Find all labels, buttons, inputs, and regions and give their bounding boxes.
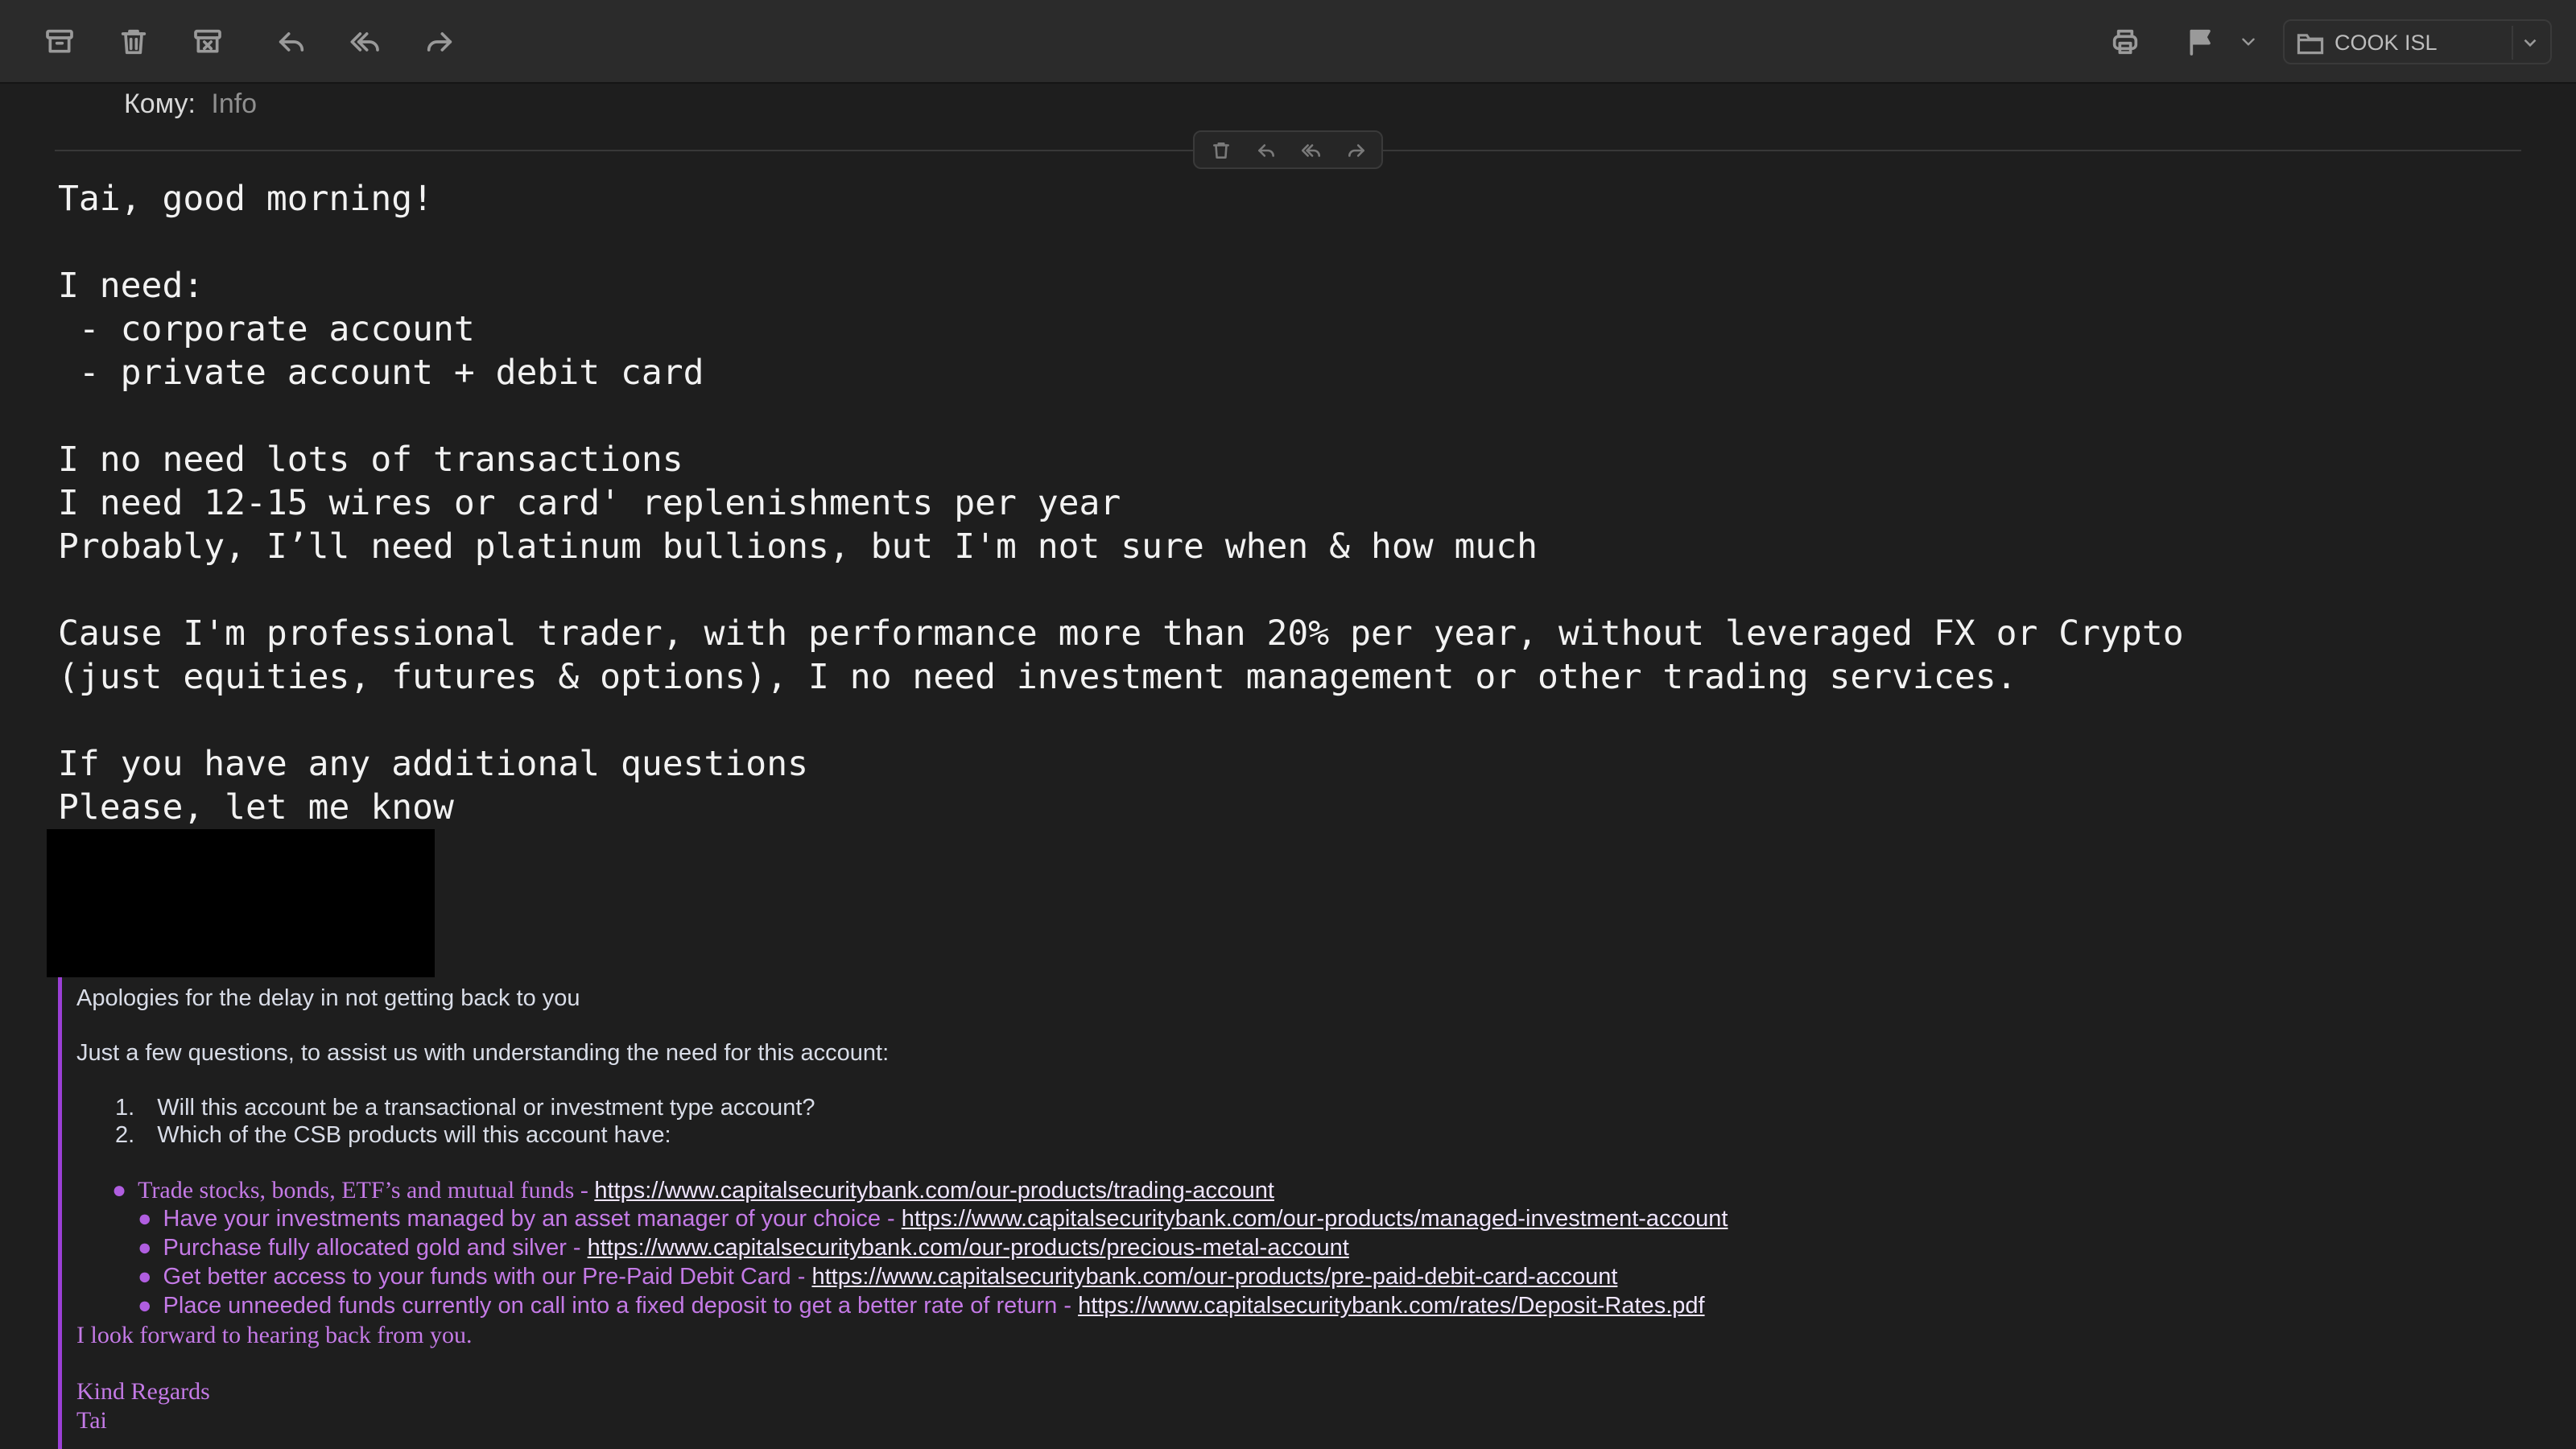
question-number: 1. <box>115 1095 135 1121</box>
reply-icon <box>279 32 304 52</box>
folder-label: COOK ISL <box>2334 31 2438 55</box>
junk-button[interactable] <box>187 21 229 63</box>
redacted-block <box>47 829 435 977</box>
message-hover-actions <box>1193 130 1383 169</box>
quoted-closing: I look forward to hearing back from you. <box>76 1322 473 1348</box>
folder-divider <box>2512 26 2513 60</box>
trash-icon <box>121 29 147 55</box>
delete-button[interactable] <box>1209 138 1233 163</box>
bullet-icon: ● <box>138 1206 152 1232</box>
quoted-apology: Apologies for the delay in not getting b… <box>76 985 580 1011</box>
question-number: 2. <box>115 1122 135 1148</box>
question-text: Which of the CSB products will this acco… <box>157 1122 671 1148</box>
forward-button[interactable] <box>419 21 460 63</box>
product-item: ● Place unneeded funds currently on call … <box>138 1293 1705 1319</box>
product-item: ● Trade stocks, bonds, ETF’s and mutual f… <box>112 1177 1274 1204</box>
quoted-intro: Just a few questions, to assist us with … <box>76 1040 890 1066</box>
delete-button[interactable] <box>113 21 155 63</box>
product-link[interactable]: https://www.capitalsecuritybank.com/our-… <box>594 1178 1274 1203</box>
forward-icon <box>427 32 452 52</box>
product-text: Have your investments managed by an asse… <box>163 1206 902 1232</box>
product-item: ● Have your investments managed by an ass… <box>138 1206 1728 1232</box>
product-text: Trade stocks, bonds, ETF’s and mutual fu… <box>138 1177 595 1203</box>
reply-all-button[interactable] <box>1299 138 1323 163</box>
product-link[interactable]: https://www.capitalsecuritybank.com/our-… <box>902 1206 1728 1232</box>
flag-button[interactable] <box>2180 21 2222 63</box>
reply-all-icon <box>1301 144 1321 157</box>
print-button[interactable] <box>2104 21 2146 63</box>
product-link[interactable]: https://www.capitalsecuritybank.com/our-… <box>811 1264 1617 1290</box>
product-link[interactable]: https://www.capitalsecuritybank.com/rate… <box>1078 1293 1705 1319</box>
chevron-down-icon <box>2242 38 2255 46</box>
folder-icon <box>2296 31 2325 56</box>
question-text: Will this account be a transactional or … <box>157 1095 815 1121</box>
flag-icon <box>2190 29 2211 56</box>
trash-icon <box>1213 142 1229 159</box>
flag-menu-button[interactable] <box>2230 21 2267 63</box>
reply-button[interactable] <box>270 21 312 63</box>
to-label: Кому: <box>124 89 196 119</box>
toolbar: COOK ISL <box>0 0 2576 84</box>
product-text: Purchase fully allocated gold and silver… <box>163 1235 588 1261</box>
move-to-folder-select[interactable]: COOK ISL <box>2283 19 2552 64</box>
forward-button[interactable] <box>1344 138 1368 163</box>
product-item: ● Purchase fully allocated gold and silve… <box>138 1235 1349 1261</box>
product-text: Place unneeded funds currently on call i… <box>163 1293 1079 1319</box>
quoted-regards: Kind Regards <box>76 1378 210 1405</box>
quoted-message: Apologies for the delay in not getting b… <box>58 977 2557 1449</box>
bullet-icon: ● <box>138 1235 152 1261</box>
archive-icon <box>46 29 73 53</box>
print-icon <box>2112 29 2138 55</box>
quoted-signature: Tai <box>76 1407 107 1434</box>
message-body: Tai, good morning! I need: - corporate a… <box>58 179 2184 828</box>
question-item: 2. Which of the CSB products will this a… <box>115 1122 671 1149</box>
reply-all-icon <box>350 32 379 52</box>
reply-all-button[interactable] <box>345 21 386 63</box>
product-link[interactable]: https://www.capitalsecuritybank.com/our-… <box>588 1235 1349 1261</box>
chevron-down-icon[interactable] <box>2520 32 2541 53</box>
junk-icon <box>194 29 221 53</box>
to-row: Кому: Info <box>124 89 257 120</box>
bullet-icon: ● <box>138 1293 152 1319</box>
bullet-icon: ● <box>112 1177 127 1203</box>
reply-button[interactable] <box>1254 138 1278 163</box>
to-recipient[interactable]: Info <box>211 89 257 119</box>
forward-icon <box>1348 144 1364 157</box>
archive-button[interactable] <box>39 21 80 63</box>
question-item: 1. Will this account be a transactional … <box>115 1095 815 1121</box>
product-text: Get better access to your funds with our… <box>163 1264 812 1290</box>
bullet-icon: ● <box>138 1264 152 1290</box>
product-item: ● Get better access to your funds with ou… <box>138 1264 1617 1290</box>
reply-icon <box>1258 144 1274 157</box>
